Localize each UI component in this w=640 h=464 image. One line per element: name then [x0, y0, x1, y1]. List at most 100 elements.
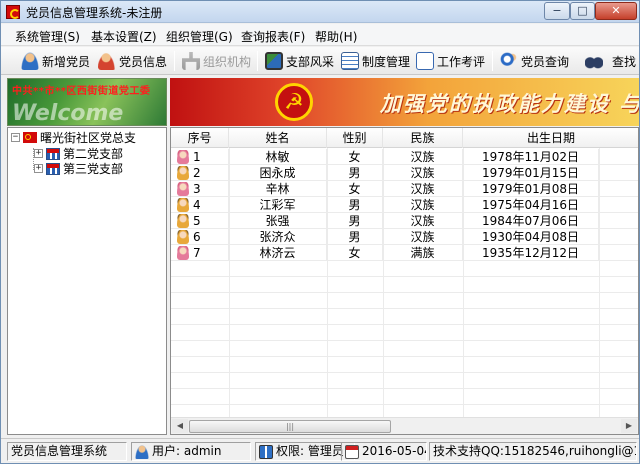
- close-button[interactable]: ✕: [595, 2, 637, 20]
- title-bar[interactable]: 党员信息管理系统-未注册 − □ ✕: [1, 1, 639, 23]
- policy-management-button[interactable]: 制度管理: [341, 50, 410, 72]
- status-bar: 党员信息管理系统 用户: admin 权限: 管理员 2016-05-04 技术…: [1, 438, 639, 463]
- branch-style-button[interactable]: 支部风采: [265, 50, 334, 72]
- column-header-gender[interactable]: 性别: [327, 128, 383, 148]
- banner-slogan: 加强党的执政能力建设 与: [380, 91, 639, 116]
- table-row[interactable]: 6 张济众男汉族 1930年04月08日: [171, 229, 638, 245]
- cell-name: 张济众: [229, 229, 327, 245]
- cell-name: 江彩军: [229, 197, 327, 213]
- column-header-seq[interactable]: 序号: [171, 128, 229, 148]
- expand-toggle-icon[interactable]: +: [34, 164, 43, 173]
- toolbar-separator: [492, 51, 493, 71]
- organization-tree[interactable]: − 曙光街社区党总支 + 第二党支部 + 第三党支部: [7, 127, 167, 435]
- tree-node-branch-2[interactable]: + 第二党支部: [34, 146, 123, 161]
- cell-birthdate: 1979年01月08日: [463, 181, 599, 197]
- scrollbar-thumb[interactable]: |||: [189, 420, 391, 433]
- menu-bar: 系统管理(S) 基本设置(Z) 组织管理(G) 查询报表(F) 帮助(H): [1, 24, 639, 46]
- abc-check-icon: [416, 52, 434, 70]
- branch-photo-icon: [265, 52, 283, 70]
- status-role: 权限: 管理员: [255, 442, 355, 461]
- cell-gender: 男: [327, 165, 383, 181]
- column-divider: [463, 148, 464, 417]
- cell-ethnicity: 汉族: [383, 197, 463, 213]
- table-row[interactable]: 7 林济云女满族 1935年12月12日: [171, 245, 638, 261]
- cell-birthdate: 1935年12月12日: [463, 245, 599, 261]
- cell-birthdate: 1979年01月15日: [463, 165, 599, 181]
- work-evaluation-label: 工作考评: [437, 54, 486, 69]
- empty-row: [171, 357, 638, 373]
- expand-toggle-icon[interactable]: +: [34, 149, 43, 158]
- cell-ethnicity: 汉族: [383, 149, 463, 165]
- binoculars-icon: [585, 52, 603, 70]
- member-info-icon: [98, 52, 116, 70]
- cell-gender: 女: [327, 181, 383, 197]
- cell-seq: 5: [171, 213, 229, 229]
- empty-row: [171, 373, 638, 389]
- calendar-icon: [345, 444, 359, 459]
- column-divider: [229, 148, 230, 417]
- cell-name: 林济云: [229, 245, 327, 261]
- left-banner: 中共**市**区西街街道党工委 Welcome: [7, 78, 167, 126]
- member-search-icon: [500, 52, 518, 70]
- table-row[interactable]: 3 辛林女汉族 1979年01月08日: [171, 181, 638, 197]
- column-divider: [327, 148, 328, 417]
- cell-name: 张强: [229, 213, 327, 229]
- add-member-button[interactable]: 新增党员: [21, 50, 90, 72]
- cell-gender: 男: [327, 213, 383, 229]
- table-row[interactable]: 5 张强男汉族 1984年07月06日: [171, 213, 638, 229]
- member-search-button[interactable]: 党员查询: [500, 50, 569, 72]
- status-app-name-text: 党员信息管理系统: [11, 444, 108, 458]
- menu-help[interactable]: 帮助(H): [315, 28, 357, 45]
- document-icon: [341, 52, 359, 70]
- branch-style-label: 支部风采: [286, 54, 335, 69]
- cell-gender: 男: [327, 229, 383, 245]
- table-row[interactable]: 1 林敏女汉族 1978年11月02日: [171, 149, 638, 165]
- cell-seq: 2: [171, 165, 229, 181]
- party-flag-icon: [23, 132, 37, 143]
- tree-node-root[interactable]: − 曙光街社区党总支: [11, 130, 136, 145]
- status-user: 用户: admin: [131, 442, 251, 461]
- empty-row: [171, 277, 638, 293]
- menu-system[interactable]: 系统管理(S): [15, 28, 80, 45]
- scroll-left-icon[interactable]: ◀: [172, 419, 188, 433]
- table-row[interactable]: 4 江彩军男汉族 1975年04月16日: [171, 197, 638, 213]
- status-role-text: 权限: 管理员: [276, 444, 344, 458]
- add-member-icon: [21, 52, 39, 70]
- cell-birthdate: 1978年11月02日: [463, 149, 599, 165]
- scroll-right-icon[interactable]: ▶: [621, 419, 637, 433]
- table-row[interactable]: 2 困永成男汉族 1979年01月15日: [171, 165, 638, 181]
- work-evaluation-button[interactable]: 工作考评: [416, 50, 485, 72]
- collapse-toggle-icon[interactable]: −: [11, 133, 20, 142]
- column-header-birthdate[interactable]: 出生日期: [463, 128, 638, 148]
- status-date-text: 2016-05-04: [362, 444, 427, 458]
- status-user-text: 用户: admin: [152, 444, 222, 458]
- column-divider: [599, 148, 600, 417]
- window-title: 党员信息管理系统-未注册: [26, 6, 163, 20]
- column-header-name[interactable]: 姓名: [229, 128, 327, 148]
- empty-row: [171, 309, 638, 325]
- empty-row: [171, 341, 638, 357]
- cell-ethnicity: 汉族: [383, 213, 463, 229]
- left-banner-title: 中共**市**区西街街道党工委: [12, 86, 151, 97]
- column-header-ethnicity[interactable]: 民族: [383, 128, 463, 148]
- tree-node-branch-3[interactable]: + 第三党支部: [34, 161, 123, 176]
- column-divider: [383, 148, 384, 417]
- branch-icon: [46, 162, 60, 175]
- cell-gender: 女: [327, 245, 383, 261]
- toolbar-separator: [174, 51, 175, 71]
- member-table[interactable]: 序号 姓名 性别 民族 出生日期 1 林敏女汉族 1978年11月02日 2 困永成男汉…: [170, 127, 639, 435]
- org-structure-button[interactable]: 组织机构: [182, 50, 251, 72]
- menu-settings[interactable]: 基本设置(Z): [91, 28, 157, 45]
- menu-organization[interactable]: 组织管理(G): [166, 28, 233, 45]
- find-button[interactable]: 查找: [585, 50, 639, 72]
- member-info-button[interactable]: 党员信息: [98, 50, 167, 72]
- empty-row: [171, 325, 638, 341]
- horizontal-scrollbar[interactable]: ◀ ||| ▶: [171, 417, 638, 434]
- status-support-text: 技术支持QQ:15182546,ruihongli@126: [433, 444, 637, 458]
- party-emblem-icon: ☭: [275, 83, 313, 121]
- menu-reports[interactable]: 查询报表(F): [241, 28, 305, 45]
- org-structure-label: 组织机构: [203, 54, 252, 69]
- maximize-button[interactable]: □: [570, 2, 595, 20]
- minimize-button[interactable]: −: [544, 2, 570, 20]
- toolbar: 新增党员 党员信息 组织机构 支部风采 制度管理 工作考评 党员查询 查找: [1, 47, 639, 75]
